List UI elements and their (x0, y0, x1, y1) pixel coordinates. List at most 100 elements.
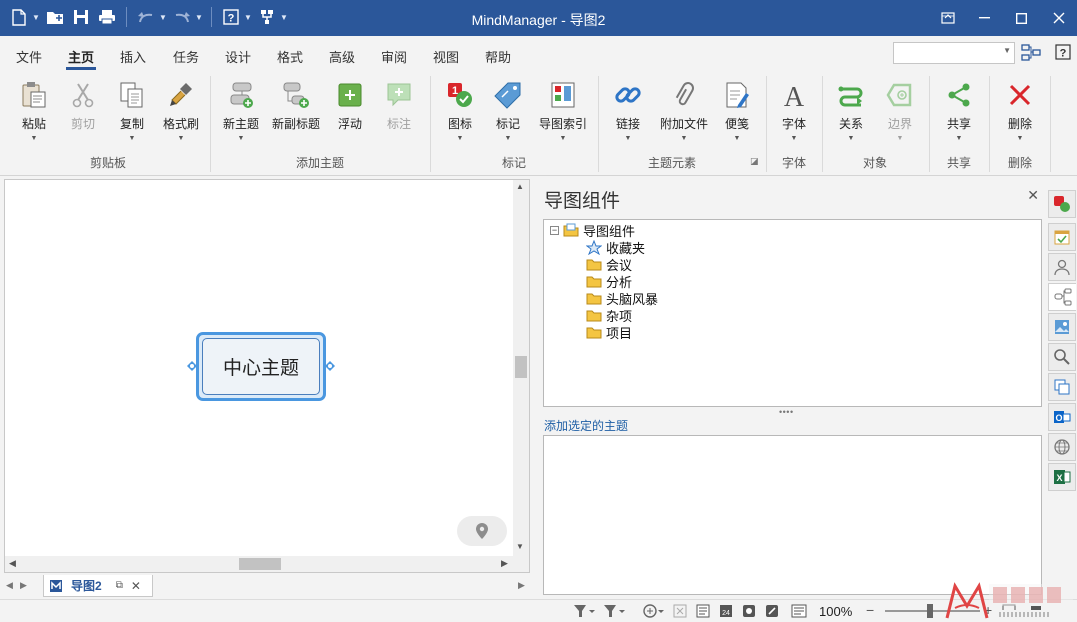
tags-button[interactable]: 标记 ▼ (482, 78, 534, 142)
presentation-view-icon[interactable] (790, 603, 808, 619)
attach-file-dropdown-icon[interactable]: ▼ (656, 135, 712, 142)
scroll-left-icon[interactable]: ◀ (9, 558, 16, 569)
tab-scroll-left-icon[interactable]: ◀ (6, 580, 13, 591)
tab-view[interactable]: 视图 (433, 47, 459, 66)
markers-view-icon[interactable] (740, 603, 758, 619)
font-button[interactable]: A 字体 ▼ (768, 78, 820, 142)
location-pin-button[interactable] (457, 516, 507, 546)
tab-help[interactable]: 帮助 (485, 47, 511, 66)
document-tab[interactable]: 导图2 ⧉ ✕ (43, 575, 153, 597)
tab-tasks[interactable]: 任务 (173, 47, 199, 66)
vertical-scroll-thumb[interactable] (515, 356, 527, 378)
fit-map-icon[interactable] (671, 603, 689, 619)
tree-item-meeting[interactable]: 会议 (586, 256, 632, 273)
new-subtopic-button[interactable]: 新副标题 (270, 78, 322, 132)
tab-close-icon[interactable]: ✕ (131, 579, 141, 593)
right-handle-icon[interactable] (325, 360, 335, 371)
tab-file[interactable]: 文件 (16, 47, 42, 66)
left-handle-icon[interactable] (187, 360, 197, 371)
notes-button[interactable]: 便笺 ▼ (711, 78, 763, 142)
panel-close-icon[interactable]: ✕ (1027, 187, 1039, 204)
tab-home[interactable]: 主页 (65, 47, 97, 70)
sidebar-pages-button[interactable] (1048, 373, 1076, 401)
sidebar-map-parts-button[interactable] (1048, 283, 1076, 311)
paste-button[interactable]: 粘贴 ▼ (8, 78, 60, 142)
central-topic[interactable]: 中心主题 (196, 332, 326, 401)
format-painter-dropdown-icon[interactable]: ▼ (155, 135, 207, 142)
tab-insert[interactable]: 插入 (120, 47, 146, 66)
tab-float-icon[interactable]: ⧉ (116, 580, 123, 591)
scroll-down-icon[interactable]: ▼ (516, 542, 524, 551)
tree-item-favorites[interactable]: 收藏夹 (586, 239, 645, 256)
sidebar-outlook-button[interactable]: O (1048, 403, 1076, 431)
copy-button[interactable]: 复制 ▼ (106, 78, 158, 142)
tree-item-brainstorm[interactable]: 头脑风暴 (586, 290, 658, 307)
map-canvas[interactable]: 中心主题 ▲ ▼ ◀ ▶ (4, 179, 530, 573)
sidebar-library-button[interactable] (1048, 313, 1076, 341)
notes-dropdown-icon[interactable]: ▼ (711, 135, 763, 142)
delete-button[interactable]: 删除 ▼ (994, 78, 1046, 142)
sidebar-search-button[interactable] (1048, 343, 1076, 371)
tree-item-misc[interactable]: 杂项 (586, 307, 632, 324)
tree-root[interactable]: − 导图组件 (550, 222, 635, 239)
tree-item-project[interactable]: 项目 (586, 324, 632, 341)
attach-file-button[interactable]: 附加文件 ▼ (656, 78, 712, 142)
help-icon[interactable]: ? (1055, 44, 1071, 63)
floating-topic-button[interactable]: 浮动 (324, 78, 376, 132)
search-dropdown-icon[interactable]: ▼ (1003, 46, 1011, 55)
filter-options-icon[interactable] (601, 603, 627, 619)
copy-dropdown-icon[interactable]: ▼ (106, 135, 158, 142)
relationship-dropdown-icon[interactable]: ▼ (825, 135, 877, 142)
sidebar-task-info-button[interactable] (1048, 223, 1076, 251)
link-button[interactable]: 链接 ▼ (602, 78, 654, 142)
format-painter-button[interactable]: 格式刷 ▼ (155, 78, 207, 142)
icons-button[interactable]: 1 图标 ▼ (434, 78, 486, 142)
tree-item-analysis[interactable]: 分析 (586, 273, 632, 290)
tab-review[interactable]: 审阅 (381, 47, 407, 66)
link-dropdown-icon[interactable]: ▼ (602, 135, 654, 142)
tabs-overflow-icon[interactable]: ▶ (518, 580, 525, 591)
share-dropdown-icon[interactable]: ▼ (933, 135, 985, 142)
vertical-scrollbar[interactable]: ▲ ▼ (513, 180, 529, 556)
share-button[interactable]: 共享 ▼ (933, 78, 985, 142)
tags-dropdown-icon[interactable]: ▼ (482, 135, 534, 142)
new-topic-button[interactable]: 新主题 ▼ (215, 78, 267, 142)
calendar-view-icon[interactable]: 24 (717, 603, 735, 619)
delete-dropdown-icon[interactable]: ▼ (994, 135, 1046, 142)
scroll-up-icon[interactable]: ▲ (516, 182, 524, 191)
new-topic-dropdown-icon[interactable]: ▼ (215, 135, 267, 142)
tag-view-icon[interactable] (763, 603, 781, 619)
map-layout-icon[interactable] (1021, 44, 1043, 65)
map-index-dropdown-icon[interactable]: ▼ (535, 135, 591, 142)
tab-scroll-right-icon[interactable]: ▶ (20, 580, 27, 591)
map-index-button[interactable]: 导图索引 ▼ (535, 78, 591, 142)
close-icon[interactable] (1040, 0, 1077, 36)
zoom-slider-knob[interactable] (927, 604, 933, 618)
scroll-right-icon[interactable]: ▶ (501, 558, 508, 569)
paste-dropdown-icon[interactable]: ▼ (8, 135, 60, 142)
search-input[interactable]: ▼ (893, 42, 1015, 64)
filter-icon[interactable] (571, 603, 597, 619)
sidebar-excel-button[interactable]: X (1048, 463, 1076, 491)
relationship-button[interactable]: 关系 ▼ (825, 78, 877, 142)
add-selected-topic-link[interactable]: 添加选定的主题 (544, 417, 628, 434)
dialog-launcher-icon[interactable]: ◪ (750, 156, 759, 167)
callout-button[interactable]: 标注 (373, 78, 425, 132)
tab-advanced[interactable]: 高级 (329, 47, 355, 66)
horizontal-scroll-thumb[interactable] (239, 558, 281, 570)
maximize-icon[interactable] (1003, 0, 1040, 36)
sidebar-resources-button[interactable] (1048, 253, 1076, 281)
tab-format[interactable]: 格式 (277, 47, 303, 66)
central-topic-text[interactable]: 中心主题 (202, 338, 320, 395)
panel-splitter[interactable]: • • • • (779, 407, 793, 417)
ribbon-display-options-icon[interactable] (929, 0, 966, 36)
boundary-dropdown-icon[interactable]: ▼ (874, 135, 926, 142)
minimize-icon[interactable] (966, 0, 1003, 36)
cut-button[interactable]: 剪切 (57, 78, 109, 132)
collapse-icon[interactable]: − (550, 225, 559, 235)
sidebar-icons-button[interactable] (1048, 190, 1076, 218)
icons-dropdown-icon[interactable]: ▼ (434, 135, 486, 142)
boundary-button[interactable]: 边界 ▼ (874, 78, 926, 142)
focus-topic-icon[interactable] (640, 603, 666, 619)
zoom-level[interactable]: 100% (819, 604, 852, 619)
